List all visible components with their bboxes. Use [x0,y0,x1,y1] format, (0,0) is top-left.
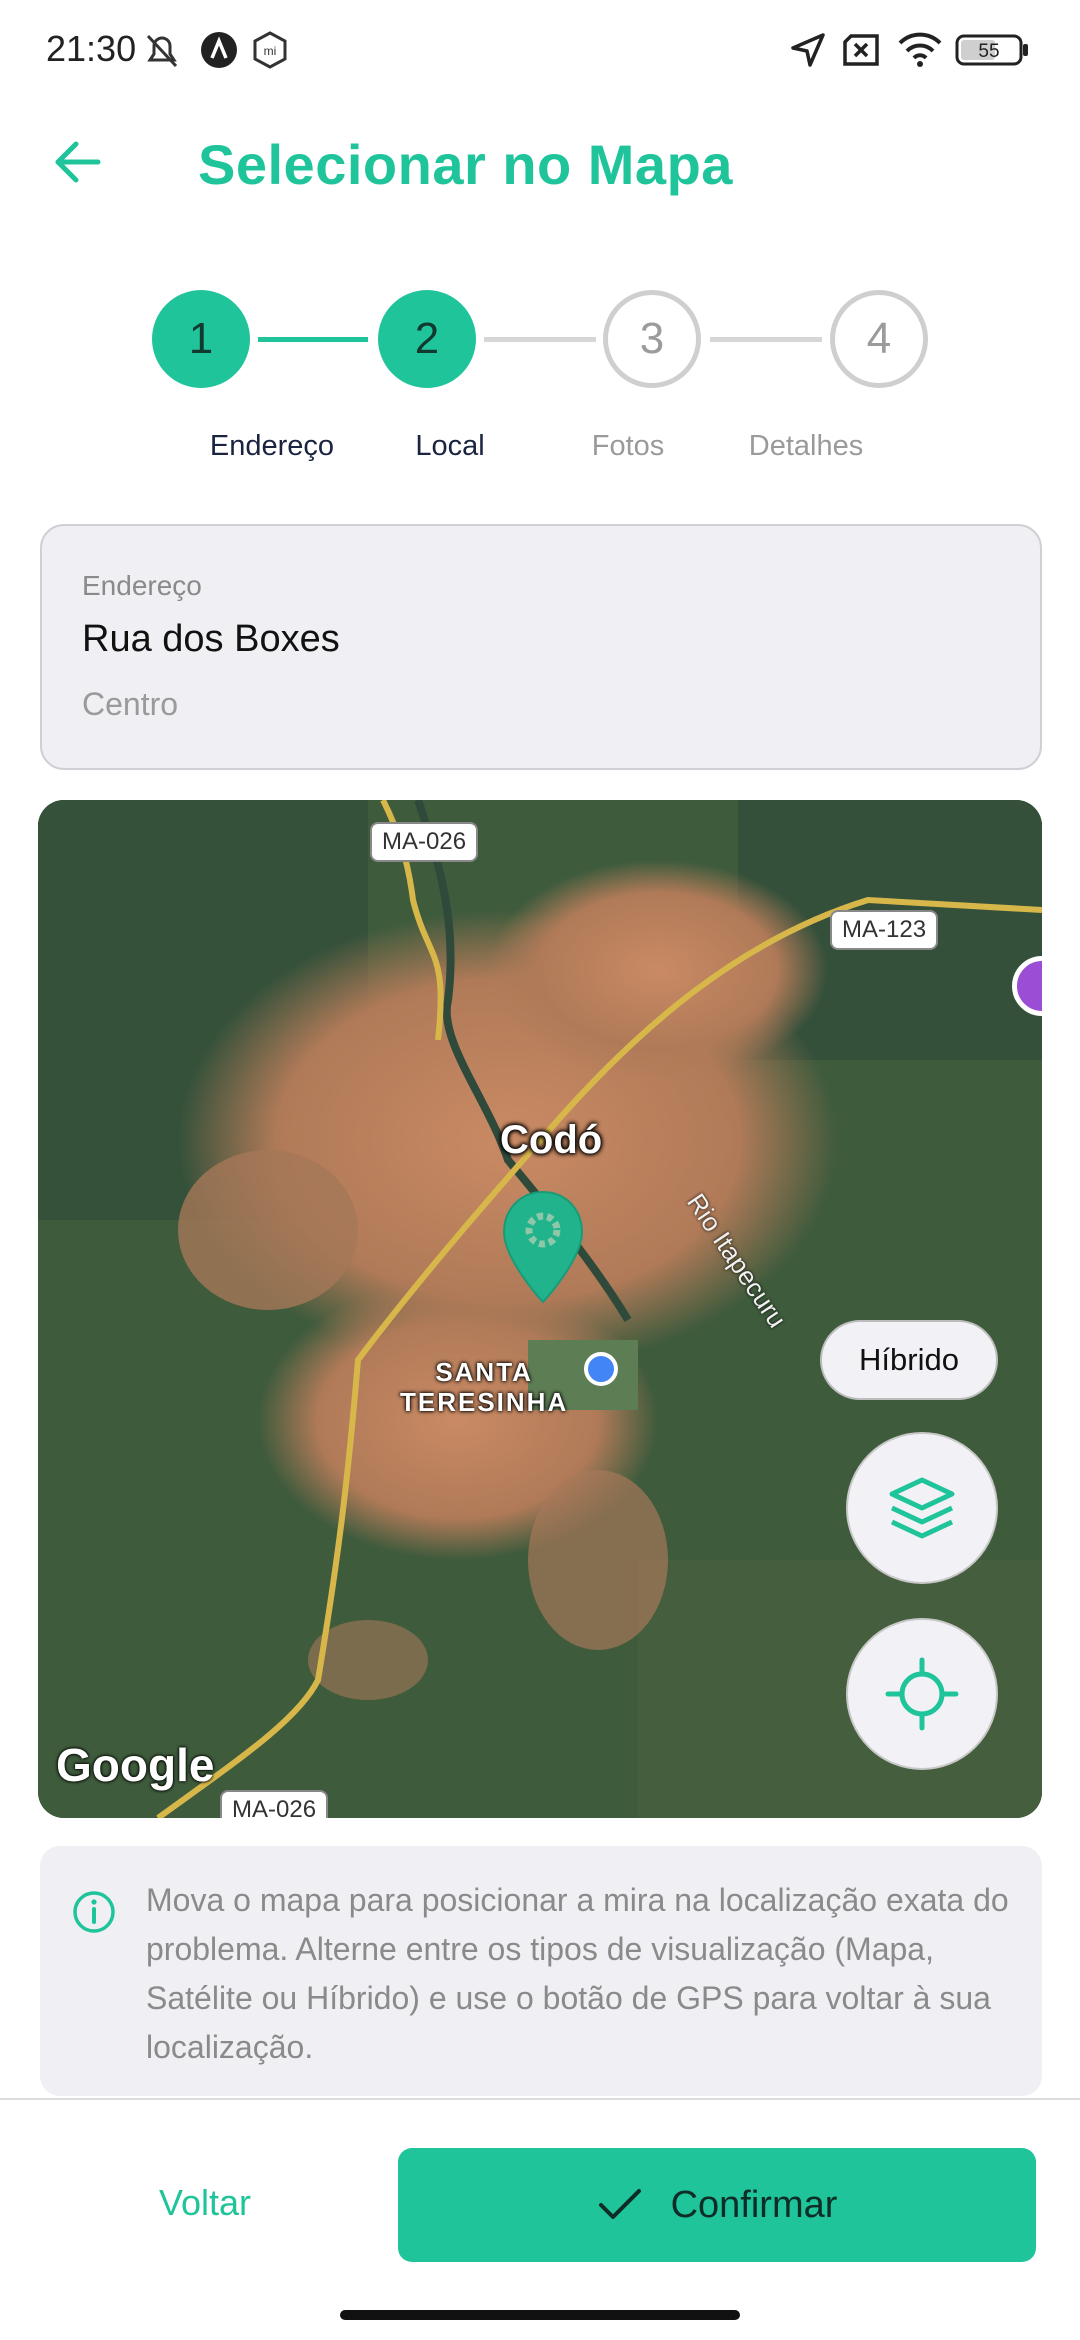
confirm-button[interactable]: Confirmar [398,2148,1036,2262]
info-icon [73,1891,115,1933]
check-icon [598,2189,641,2219]
gps-button[interactable] [846,1618,998,1770]
step-connector-2 [484,337,596,342]
step-connector-3 [710,337,822,342]
neighborhood-line-1: SANTA [435,1357,533,1387]
confirm-label: Confirmar [670,2183,838,2226]
status-time: 21:30 [46,28,137,69]
header: Selecionar no Mapa [0,110,1080,210]
user-location-dot [584,1352,618,1386]
svg-text:mi: mi [264,44,277,58]
step-1-circle: 1 [152,290,250,388]
mute-icon [138,28,186,72]
layers-icon [889,1477,955,1539]
mi-icon: mi [250,28,290,72]
map-view[interactable]: MA-026 MA-123 MA-026 Codó SANTA TERESINH… [38,800,1042,1818]
info-box: Mova o mapa para posicionar a mira na lo… [40,1846,1042,2096]
back-button[interactable]: Voltar [70,2160,340,2246]
battery-icon: 55 [954,28,1032,72]
neighborhood-label: SANTA TERESINHA [400,1357,569,1418]
status-bar: 21:30 mi 55 [0,0,1080,100]
step-4-label: Detalhes [748,430,864,462]
address-label: Endereço [82,570,202,601]
wifi-icon [896,28,944,72]
stepper: 1 2 3 4 Endereço Local Fotos Detalhes [0,290,1080,490]
layers-button[interactable] [846,1432,998,1584]
step-2-circle: 2 [378,290,476,388]
step-3-circle: 3 [603,290,701,388]
location-arrow-icon [788,28,828,72]
address-district: Centro [82,686,179,722]
arrow-left-icon [55,141,101,183]
map-pin-icon [500,1188,586,1311]
crosshair-icon [885,1657,959,1731]
info-text: Mova o mapa para posicionar a mira na lo… [146,1882,1009,2065]
neighborhood-line-2: TERESINHA [400,1386,569,1417]
step-4-circle: 4 [830,290,928,388]
sim-off-icon [840,28,882,72]
road-label-ma-026-bottom: MA-026 [220,1790,329,1818]
step-connector-1 [258,337,368,342]
address-street: Rua dos Boxes [82,618,340,660]
road-label-ma-026-top: MA-026 [370,822,479,862]
back-arrow-button[interactable] [40,124,116,200]
bottom-divider [0,2098,1080,2100]
page-title: Selecionar no Mapa [198,133,733,196]
google-attribution: Google [56,1739,215,1791]
a-icon [198,28,240,72]
step-3-label: Fotos [591,430,665,462]
step-2-label: Local [415,430,485,462]
battery-level: 55 [978,41,999,62]
home-indicator[interactable] [340,2310,740,2320]
city-label: Codó [500,1118,603,1162]
step-1-label: Endereço [209,430,335,462]
road-label-ma-123: MA-123 [830,910,939,950]
map-type-chip[interactable]: Híbrido [820,1320,998,1400]
address-card: Endereço Rua dos Boxes Centro [40,524,1042,770]
